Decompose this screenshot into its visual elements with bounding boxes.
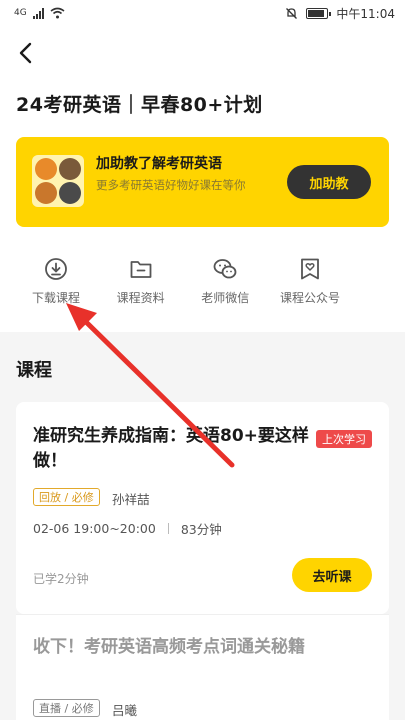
course-card[interactable]: 收下！考研英语高频考点词通关秘籍 直播 / 必修 吕曦 [16,614,389,720]
teacher-name: 孙祥喆 [112,492,150,507]
assistant-banner[interactable]: 加助教了解考研英语 更多考研英语好物好课在等你 加助教 [16,137,389,227]
course-tag: 直播 / 必修 [33,699,100,717]
go-listen-button[interactable]: 去听课 [292,558,372,592]
course-tag: 回放 / 必修 [33,488,100,506]
tool-label: 下载课程 [31,291,80,305]
banner-subtitle: 更多考研英语好物好课在等你 [96,178,246,192]
teacher-wechat-button[interactable]: 老师微信 [187,256,263,316]
course-title: 收下！考研英语高频考点词通关秘籍 [33,637,305,657]
course-card[interactable]: 准研究生养成指南：英语80+要这样做！ 上次学习 回放 / 必修 孙祥喆 02-… [16,402,389,614]
last-studied-badge: 上次学习 [316,430,372,448]
download-course-button[interactable]: 下载课程 [18,256,94,316]
wifi-icon [50,7,65,19]
bookmark-heart-icon [301,258,319,280]
status-right: 中午11:04 [285,5,395,22]
tool-label: 课程资料 [116,291,165,305]
battery-icon [306,7,332,19]
chevron-left-icon [19,42,32,64]
signal-icon [32,7,44,19]
divider [167,523,169,534]
back-button[interactable] [12,38,38,68]
add-assistant-button[interactable]: 加助教 [287,165,371,199]
course-duration: 83分钟 [180,522,222,537]
course-materials-button[interactable]: 课程资料 [103,256,179,316]
course-title: 准研究生养成指南：英语80+要这样做！ [33,426,309,471]
status-time: 中午11:04 [336,6,395,21]
download-icon [45,258,67,280]
wechat-icon [213,259,237,279]
mute-bell-icon [286,7,298,19]
course-time: 02-06 19:00~20:00 [33,521,156,536]
study-progress: 已学2分钟 [33,572,89,586]
teacher-name: 吕曦 [112,703,138,718]
section-title: 课程 [16,360,52,381]
owl-mascot-icon [32,155,84,207]
course-schedule: 02-06 19:00~20:00 83分钟 [33,519,222,538]
course-official-account-button[interactable]: 课程公众号 [272,256,348,316]
status-bar: 4G 中午11:04 [0,0,405,26]
carrier-label: 4G [14,8,27,18]
tool-label: 老师微信 [201,291,250,305]
status-left: 4G [14,7,65,19]
page-title: 24考研英语｜早春80+计划 [16,94,263,116]
quick-tools: 下载课程 课程资料 老师微信 课程公众号 [18,256,348,316]
folder-icon [130,261,152,278]
tool-label: 课程公众号 [279,291,340,305]
banner-title: 加助教了解考研英语 [96,156,222,172]
